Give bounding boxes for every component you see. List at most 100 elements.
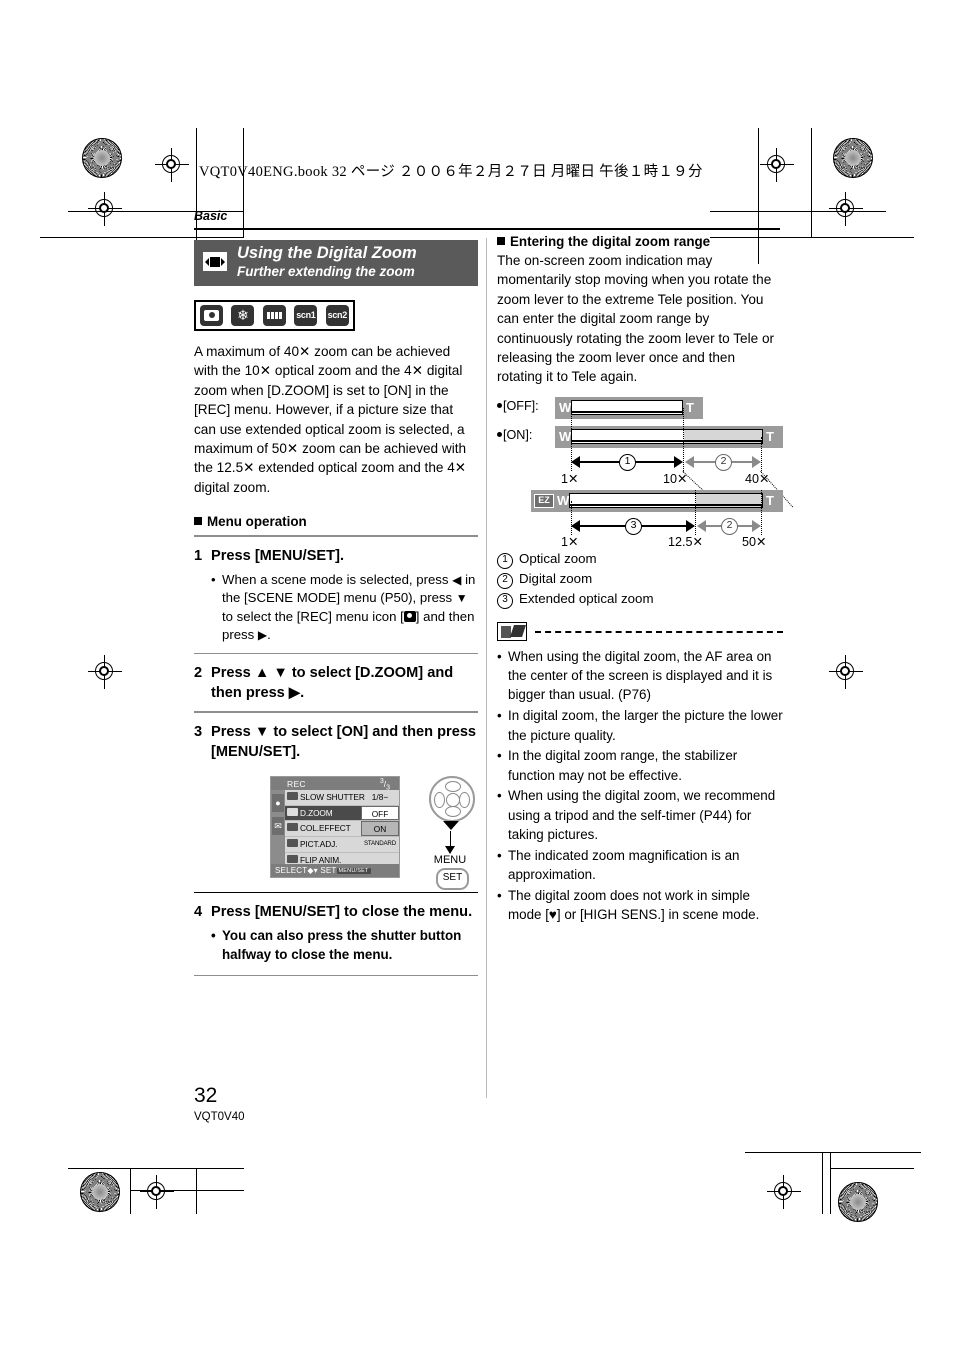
legend-num-wrap: 3 xyxy=(497,589,519,609)
lcd-row-label-text: SLOW SHUTTER xyxy=(300,791,365,802)
cursor-ring-icon xyxy=(429,775,475,822)
column-divider xyxy=(486,238,487,1098)
bullet-square-icon xyxy=(497,237,505,245)
bullet-dot: • xyxy=(497,887,502,903)
lcd-row-value: ON xyxy=(361,821,399,837)
left-column: Using the Digital Zoom Further extending… xyxy=(194,240,478,976)
note-item: • The digital zoom does not work in simpl… xyxy=(497,886,783,925)
lcd-row-value: OFF xyxy=(361,805,399,821)
arrow-head-icon xyxy=(445,845,455,854)
motion-picture-mode-icon xyxy=(262,305,286,326)
zoom-off-label: [OFF]: xyxy=(497,399,539,413)
digital-zoom-icon xyxy=(203,252,227,271)
lcd-tab-strip: ● ✉ xyxy=(271,789,285,864)
legend-item-2: 2 Digital zoom xyxy=(497,569,783,589)
lcd-row-value: 1/8− xyxy=(371,791,389,802)
step-3-text: Press ▼ to select [ON] and then press [M… xyxy=(211,723,477,760)
note-text: The indicated zoom magnification is an a… xyxy=(508,847,740,883)
lcd-footer-text: SELECT◆▾ SET MENU/SET xyxy=(275,865,371,875)
note-separator xyxy=(497,621,783,642)
intro-paragraph: A maximum of 40✕ zoom can be achieved wi… xyxy=(194,344,467,495)
note-dashed-line xyxy=(535,630,783,633)
lcd-row-label-text: COL.EFFECT xyxy=(300,823,351,834)
tick-125x-row2: 12.5✕ xyxy=(668,534,704,549)
scn2-label: scn2 xyxy=(327,310,348,320)
lcd-row-label: COL.EFFECT xyxy=(287,823,351,833)
step-1-number: 1 xyxy=(194,547,203,564)
legend-num: 2 xyxy=(497,572,513,589)
camera-menu-illustration: REC 3/3 ● ✉ SLOW SHUTTER 1/8− D.ZOOM OFF xyxy=(194,775,478,890)
lcd-row-label: SLOW SHUTTER xyxy=(287,791,365,802)
entering-range-heading: Entering the digital zoom range xyxy=(497,234,783,249)
camera-mode-icon xyxy=(200,305,223,326)
header-rule xyxy=(194,228,780,230)
slow-shutter-icon xyxy=(287,791,298,800)
color-effect-icon xyxy=(287,823,298,832)
flip-animation-icon xyxy=(287,854,298,863)
lcd-row-label: PICT.ADJ. xyxy=(287,839,337,849)
zoom-range-diagram: [OFF]: [ON]: W T W T 1 2 1✕ 10✕ 40✕ EZ W… xyxy=(497,396,794,549)
scene-mode-1-icon: scn1 xyxy=(294,305,318,326)
step-4-bullets: • You can also press the shutter button … xyxy=(194,927,478,964)
arrow-head-right xyxy=(752,455,761,468)
registration-mark-top-left xyxy=(155,148,189,182)
bullet-square-icon xyxy=(194,517,202,526)
cursor-down-icon xyxy=(445,805,461,817)
cursor-button-illustration: MENU SET xyxy=(422,775,478,890)
menu-label: MENU xyxy=(433,853,467,866)
zoom-track-baseline xyxy=(570,504,762,506)
zoom-on-label-text: [ON]: xyxy=(503,427,533,442)
lcd-row-label-text: D.ZOOM xyxy=(300,807,333,818)
note-item: • The indicated zoom magnification is an … xyxy=(497,846,783,885)
set-button-icon: SET xyxy=(436,867,469,890)
divider-rule xyxy=(194,891,478,894)
guide-dash-40x xyxy=(761,436,762,471)
legend-text: Extended optical zoom xyxy=(519,590,654,606)
zoom-track-off xyxy=(571,399,683,415)
cursor-right-icon xyxy=(459,791,470,808)
lcd-row-label: D.ZOOM xyxy=(287,807,333,818)
density-star-bottom-left xyxy=(80,1172,120,1212)
registration-mark-top-right xyxy=(760,148,794,182)
entering-range-heading-text: Entering the digital zoom range xyxy=(510,234,711,249)
registration-mark-bottom-left xyxy=(140,1175,174,1209)
scn1-label: scn1 xyxy=(296,310,316,320)
step-4-text: Press [MENU/SET] to close the menu. xyxy=(211,904,473,921)
lcd-row-label-text: PICT.ADJ. xyxy=(300,839,338,850)
lcd-rec-tab-icon: ● xyxy=(272,793,284,812)
guide-dash-ez-125x xyxy=(695,489,696,535)
menu-operation-heading: Menu operation xyxy=(194,514,478,529)
bullet-dot: • xyxy=(497,748,502,764)
registration-mark-left-upper xyxy=(88,192,122,226)
tick-50x-row2: 50✕ xyxy=(742,534,767,549)
section-label: Basic xyxy=(194,209,228,223)
step-1-bullet-text: When a scene mode is selected, press ◀ i… xyxy=(222,571,476,643)
step-2-text: Press ▲ ▼ to select [D.ZOOM] and then pr… xyxy=(211,665,454,702)
bullet-dot: • xyxy=(497,847,502,863)
tick-1x-row2: 1✕ xyxy=(561,534,579,549)
list-dot-icon xyxy=(497,431,502,437)
lcd-row-col-effect: COL.EFFECT ON xyxy=(285,821,399,838)
legend-num: 3 xyxy=(497,592,513,609)
step-4-bullet-text: You can also press the shutter button ha… xyxy=(222,928,462,962)
lcd-row-dzoom: D.ZOOM OFF xyxy=(285,805,399,822)
wide-label-on: W xyxy=(559,428,572,444)
tele-label-off: T xyxy=(686,399,694,415)
ez-badge: EZ xyxy=(534,493,554,508)
step-3: 3 Press ▼ to select [ON] and then press … xyxy=(194,722,478,762)
legend-text: Digital zoom xyxy=(519,570,593,586)
bullet-dot: • xyxy=(211,571,216,587)
note-text: The digital zoom does not work in simple… xyxy=(508,887,760,923)
legend-item-3: 3 Extended optical zoom xyxy=(497,589,783,609)
tele-label-ez: T xyxy=(766,492,774,508)
callout-3: 3 xyxy=(625,517,642,535)
lcd-screen: REC 3/3 ● ✉ SLOW SHUTTER 1/8− D.ZOOM OFF xyxy=(270,775,400,878)
zoom-track-baseline xyxy=(572,440,762,442)
callout-2b: 2 xyxy=(721,517,738,535)
note-text: When using the digital zoom, we recommen… xyxy=(508,788,776,843)
rec-menu-icon xyxy=(403,610,416,622)
manual-page: VQT0V40ENG.book 32 ページ ２００６年２月２７日 月曜日 午後… xyxy=(0,0,954,1348)
lcd-page-num: 3 xyxy=(379,777,384,785)
notes-list: • When using the digital zoom, the AF are… xyxy=(497,647,783,925)
lcd-title-bar: REC 3/3 xyxy=(271,776,399,791)
